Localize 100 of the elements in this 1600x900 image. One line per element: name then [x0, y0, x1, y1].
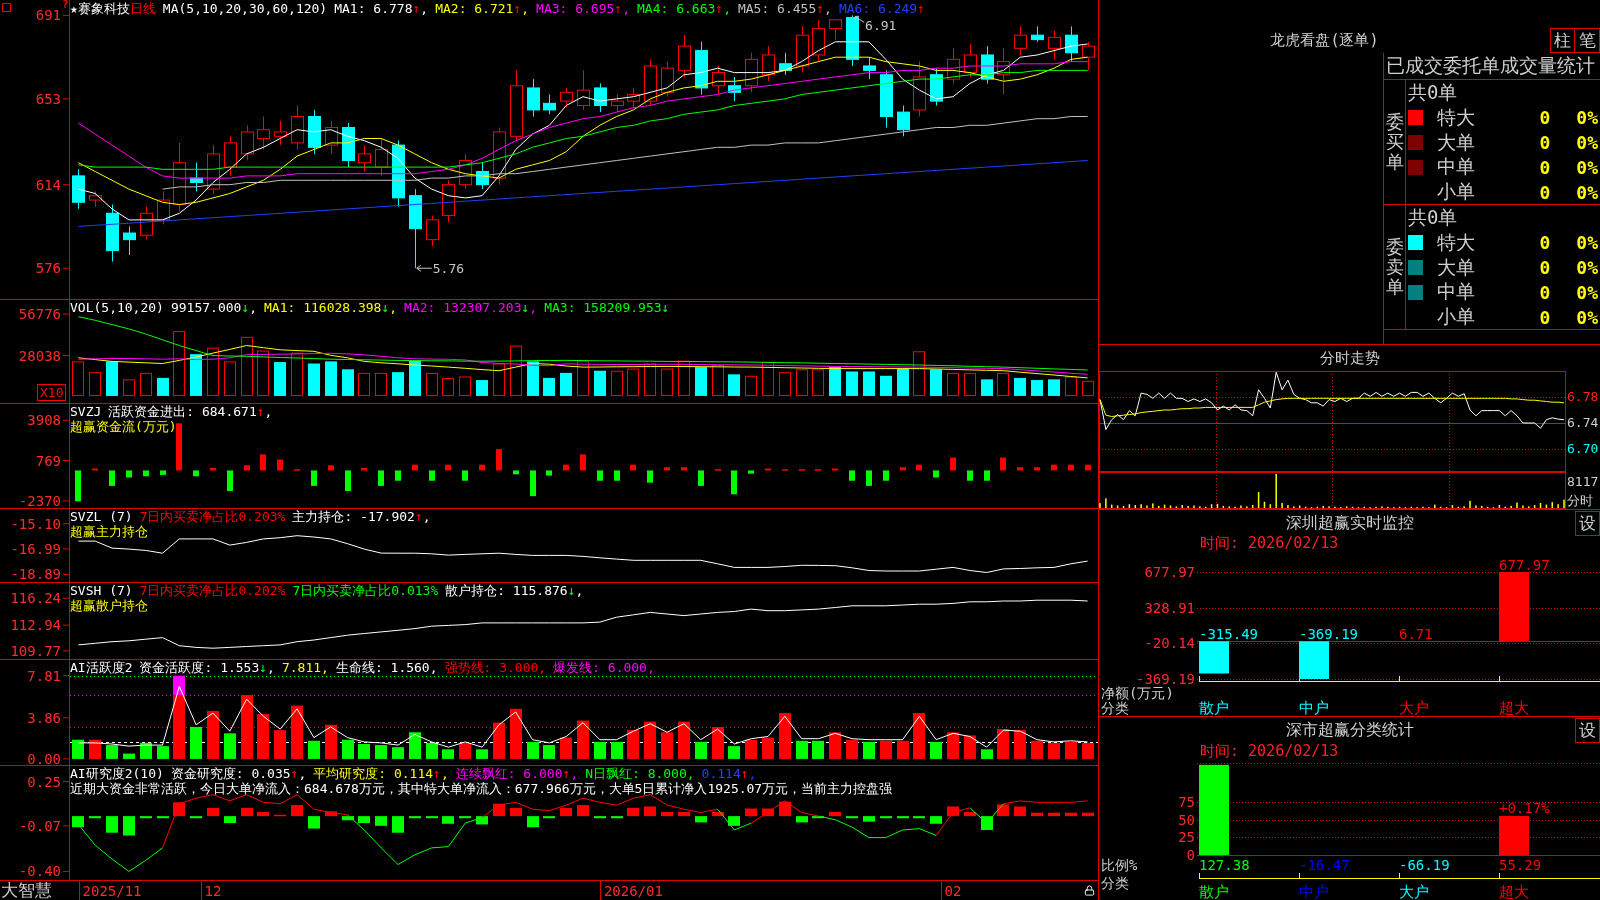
research-bar: [1082, 812, 1094, 817]
chart-mode-button[interactable]: 笔: [1575, 28, 1600, 53]
volume-bar: [493, 363, 505, 396]
activity-bar: [745, 739, 757, 759]
volume-bar: [358, 372, 370, 396]
date-label: 2026/01: [603, 883, 663, 899]
indicator-reading: MA1: 6.778↑,: [334, 1, 429, 16]
candle: [863, 56, 876, 80]
activity-bar: [695, 741, 707, 759]
volume-bar: [308, 363, 320, 396]
activity-bar: [644, 721, 656, 759]
activity-bar: [123, 753, 135, 759]
research-bar: [712, 812, 724, 817]
order-size-label: 小单: [1437, 304, 1475, 330]
axis-tick-label: -369.19: [1136, 671, 1195, 687]
indicator-caption: 超赢资金流(万元): [70, 419, 177, 434]
flow-bar: [210, 467, 216, 471]
axis-tick-label: 50: [1178, 811, 1195, 828]
candle: [493, 127, 506, 186]
candle: [812, 19, 825, 63]
indicator-reading: MA2: 132307.203↓,: [404, 300, 538, 315]
activity-bar: [728, 746, 740, 759]
research-bar: [442, 816, 454, 824]
candle: [947, 47, 960, 84]
activity-bar: [1014, 730, 1026, 759]
candle: [72, 168, 85, 210]
research-bar: [106, 816, 118, 833]
candle: [997, 47, 1010, 95]
flow-bar: [546, 470, 552, 476]
value-label: -16.47: [1299, 857, 1350, 873]
flow-bar: [647, 470, 653, 483]
flow-bar: [1000, 457, 1006, 471]
flow-bar: [614, 470, 620, 481]
activity-bar: [72, 739, 84, 759]
axis-tick-label: 28038: [18, 347, 61, 364]
flow-bar: [731, 470, 737, 495]
volume-bar: [409, 360, 421, 396]
volume-bar: [426, 372, 438, 396]
axis-title: 比例%: [1101, 857, 1138, 873]
activity-bar: [543, 745, 555, 759]
indicator-reading: 7日内买卖净占比0.202%: [139, 583, 286, 598]
volume-bar: [257, 350, 269, 396]
volume-peak-label: 8117: [1567, 473, 1599, 489]
category-label: 大户: [1399, 699, 1429, 716]
activity-bar: [442, 749, 454, 759]
axis-title: 分类: [1101, 875, 1129, 891]
indicator-reading: 7日内买卖净占比0.203%: [139, 509, 286, 524]
activity-bar: [157, 746, 169, 759]
candle: [611, 94, 624, 113]
candle: [577, 69, 590, 111]
volume-bar: [1014, 377, 1026, 396]
volume-bar: [375, 372, 387, 396]
date-label: 02: [944, 883, 962, 899]
axis-tick-label: 75: [1178, 793, 1195, 810]
flow-bar: [260, 454, 266, 471]
candle: [627, 87, 640, 109]
research-bar: [207, 807, 219, 817]
activity-bar: [661, 732, 673, 759]
research-bar: [190, 816, 202, 819]
candle: [964, 43, 977, 78]
order-count: 0: [1539, 281, 1551, 303]
axis-tick-label: 116.24: [10, 590, 61, 607]
volume-bar: [728, 374, 740, 396]
research-bar: [796, 816, 808, 823]
candle: [106, 204, 119, 263]
value-label: 55.29: [1499, 857, 1542, 873]
research-bar: [627, 807, 639, 817]
indicator-name: AI研究度2(10): [70, 766, 164, 781]
settings-button[interactable]: 设: [1575, 510, 1600, 536]
candle: [1048, 30, 1061, 60]
volume-bar: [964, 372, 976, 396]
activity-bar: [981, 749, 993, 759]
stock-title: ★赛象科技: [70, 1, 130, 16]
help-mark[interactable]: ?: [62, 0, 69, 11]
flow-bar: [109, 470, 115, 486]
research-bar: [392, 816, 404, 833]
activity-bar: [560, 737, 572, 759]
volume-bar: [594, 370, 606, 396]
chart-mode-button[interactable]: 柱: [1550, 28, 1575, 53]
candle: [796, 25, 809, 74]
activity-bar: [930, 741, 942, 759]
price-callout: 6.91: [854, 15, 897, 33]
research-bar: [257, 812, 269, 817]
candle: [358, 144, 371, 172]
order-total: 共0单: [1408, 80, 1458, 105]
activity-bar: [779, 713, 791, 759]
research-bar: [913, 816, 925, 819]
candle: [442, 179, 455, 223]
category-label: 超大: [1499, 883, 1529, 900]
order-count: 0: [1539, 232, 1551, 254]
indicator-caption: 超赢散户持仓: [70, 598, 148, 613]
research-bar: [241, 807, 253, 817]
flow-bar: [866, 470, 872, 486]
research-bar: [577, 805, 589, 817]
order-share: 0%: [1576, 232, 1598, 254]
volume-bar: [1082, 380, 1094, 396]
volume-bar: [1031, 380, 1043, 396]
volume-bar: [442, 377, 454, 396]
research-bar: [644, 806, 656, 817]
settings-button[interactable]: 设: [1575, 717, 1600, 743]
